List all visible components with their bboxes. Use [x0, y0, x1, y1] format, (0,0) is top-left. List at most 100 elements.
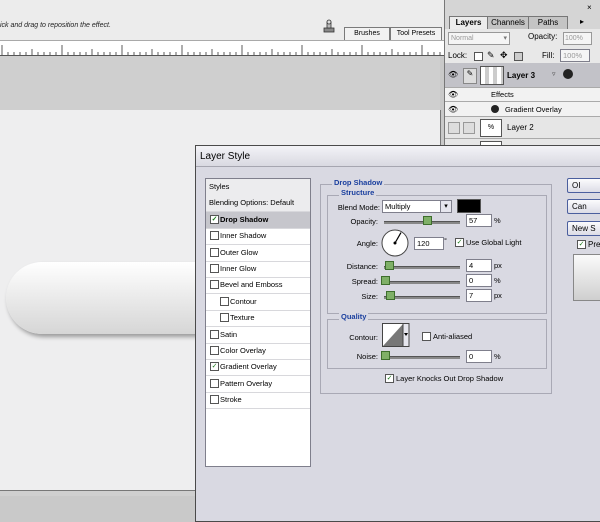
close-icon[interactable]: ×	[587, 3, 592, 12]
style-checkbox[interactable]	[210, 280, 219, 290]
preview-label[interactable]: Pre	[588, 240, 600, 249]
style-checkbox[interactable]	[210, 395, 219, 405]
spread-slider[interactable]	[384, 281, 460, 284]
style-item-styles[interactable]: Styles	[206, 179, 310, 196]
style-checkbox[interactable]	[210, 378, 219, 388]
tab-channels[interactable]: Channels	[487, 16, 529, 29]
quality-title: Quality	[339, 312, 369, 321]
style-item-inner-glow[interactable]: Inner Glow	[206, 261, 310, 278]
style-item-inner-shadow[interactable]: Inner Shadow	[206, 228, 310, 246]
gradient-overlay-effect-row[interactable]: 👁 Gradient Overlay	[445, 102, 600, 117]
style-checkbox[interactable]: ✓	[210, 362, 219, 372]
cancel-button[interactable]: Can	[567, 199, 600, 214]
noise-input[interactable]: 0	[466, 350, 492, 363]
use-global-light-label[interactable]: Use Global Light	[466, 238, 521, 247]
layer-style-dialog: Layer Style Styles Blending Options: Defa…	[195, 145, 600, 522]
style-item-blending-options-default[interactable]: Blending Options: Default	[206, 195, 310, 213]
style-item-outer-glow[interactable]: Outer Glow	[206, 245, 310, 262]
lock-all-icon[interactable]	[514, 52, 523, 61]
layer-thumbnail[interactable]: %	[480, 119, 502, 137]
layer-effects-row[interactable]: 👁 Effects	[445, 88, 600, 102]
size-slider-knob[interactable]	[386, 291, 395, 300]
lock-move-icon[interactable]: ✥	[500, 50, 508, 61]
style-item-stroke[interactable]: Stroke	[206, 392, 310, 410]
angle-label: Angle:	[356, 239, 378, 248]
spread-input[interactable]: 0	[466, 274, 492, 287]
blend-mode-select[interactable]: Multiply ▾	[382, 200, 452, 213]
style-item-texture[interactable]: Texture	[206, 310, 310, 328]
opacity-slider-knob[interactable]	[423, 216, 433, 225]
style-item-color-overlay[interactable]: Color Overlay	[206, 343, 310, 360]
style-item-gradient-overlay[interactable]: ✓ Gradient Overlay	[206, 359, 310, 377]
layer-thumbnail[interactable]	[480, 66, 504, 85]
style-item-pattern-overlay[interactable]: Pattern Overlay	[206, 376, 310, 393]
distance-slider[interactable]	[384, 266, 460, 269]
lock-row: Lock: ✎ ✥ Fill: 100%	[445, 48, 600, 62]
eye-icon[interactable]: 👁	[448, 70, 458, 80]
distance-slider-knob[interactable]	[385, 261, 394, 270]
style-checkbox[interactable]	[210, 329, 219, 339]
distance-label: Distance:	[346, 262, 378, 271]
layer-blend-mode-select[interactable]: Normal ▾	[448, 32, 510, 45]
style-item-label: Bevel and Emboss	[220, 280, 283, 290]
tab-paths[interactable]: Paths	[528, 16, 568, 29]
opacity-input[interactable]: 57	[466, 214, 492, 227]
knockout-checkbox[interactable]: ✓	[385, 374, 394, 383]
layer-row-layer-2[interactable]: % Layer 2	[445, 117, 600, 139]
anti-aliased-label[interactable]: Anti-aliased	[433, 332, 472, 341]
noise-slider[interactable]	[384, 356, 460, 359]
brush-link-icon[interactable]: ✎	[463, 68, 477, 84]
link-box[interactable]	[463, 122, 475, 134]
contour-picker[interactable]	[382, 323, 410, 347]
use-global-light-checkbox[interactable]: ✓	[455, 238, 464, 247]
ok-button[interactable]: OI	[567, 178, 600, 193]
anti-aliased-checkbox[interactable]	[422, 332, 431, 341]
angle-input[interactable]: 120	[414, 237, 444, 250]
stamp-icon[interactable]	[322, 19, 336, 33]
style-item-label: Blending Options: Default	[209, 198, 295, 208]
palette-menu-icon[interactable]: ▸	[580, 17, 584, 26]
style-checkbox[interactable]	[210, 346, 219, 355]
knockout-label[interactable]: Layer Knocks Out Drop Shadow	[396, 374, 503, 383]
style-checkbox[interactable]	[210, 264, 219, 273]
dialog-titlebar[interactable]: Layer Style	[196, 146, 600, 167]
tab-layers[interactable]: Layers	[449, 16, 488, 29]
style-checkbox[interactable]	[220, 313, 229, 323]
style-checkbox[interactable]	[210, 231, 219, 241]
style-item-drop-shadow[interactable]: ✓ Drop Shadow	[206, 211, 310, 229]
eye-icon[interactable]: 👁	[448, 90, 458, 100]
layer-name[interactable]: Layer 2	[507, 123, 534, 132]
tab-brushes[interactable]: Brushes	[344, 27, 390, 40]
style-item-contour[interactable]: Contour	[206, 294, 310, 311]
eye-icon[interactable]: 👁	[448, 105, 458, 115]
style-checkbox[interactable]: ✓	[210, 214, 219, 224]
tab-tool-presets[interactable]: Tool Presets	[390, 27, 442, 40]
layer-effects-icon[interactable]	[563, 69, 573, 79]
style-checkbox[interactable]	[220, 296, 229, 306]
options-hint-text: ick and drag to reposition the effect.	[0, 22, 111, 29]
size-slider[interactable]	[384, 296, 460, 299]
size-input[interactable]: 7	[466, 289, 492, 302]
spread-slider-knob[interactable]	[381, 276, 390, 285]
layer-row-layer-3[interactable]: 👁 ✎ Layer 3 ▿	[445, 63, 600, 88]
style-item-label: Inner Shadow	[220, 231, 267, 241]
effects-toggle-icon[interactable]: ▿	[552, 70, 556, 78]
lock-paint-icon[interactable]: ✎	[487, 50, 495, 61]
style-item-bevel-and-emboss[interactable]: Bevel and Emboss	[206, 277, 310, 295]
visibility-box[interactable]	[448, 122, 460, 134]
noise-slider-knob[interactable]	[381, 351, 390, 360]
new-style-button[interactable]: New S	[567, 221, 600, 236]
shadow-color-swatch[interactable]	[457, 199, 481, 213]
layer-opacity-input[interactable]: 100%	[563, 32, 592, 45]
distance-input[interactable]: 4	[466, 259, 492, 272]
preview-checkbox[interactable]: ✓	[577, 240, 586, 249]
layer-name[interactable]: Layer 3	[507, 71, 535, 80]
style-item-satin[interactable]: Satin	[206, 327, 310, 344]
lock-transparency-icon[interactable]	[474, 52, 483, 61]
style-checkbox[interactable]	[210, 247, 219, 257]
opacity-slider[interactable]	[384, 221, 460, 224]
angle-dial[interactable]	[380, 228, 410, 258]
contour-label: Contour:	[349, 333, 378, 342]
size-unit: px	[494, 291, 502, 300]
fill-input[interactable]: 100%	[560, 49, 590, 62]
